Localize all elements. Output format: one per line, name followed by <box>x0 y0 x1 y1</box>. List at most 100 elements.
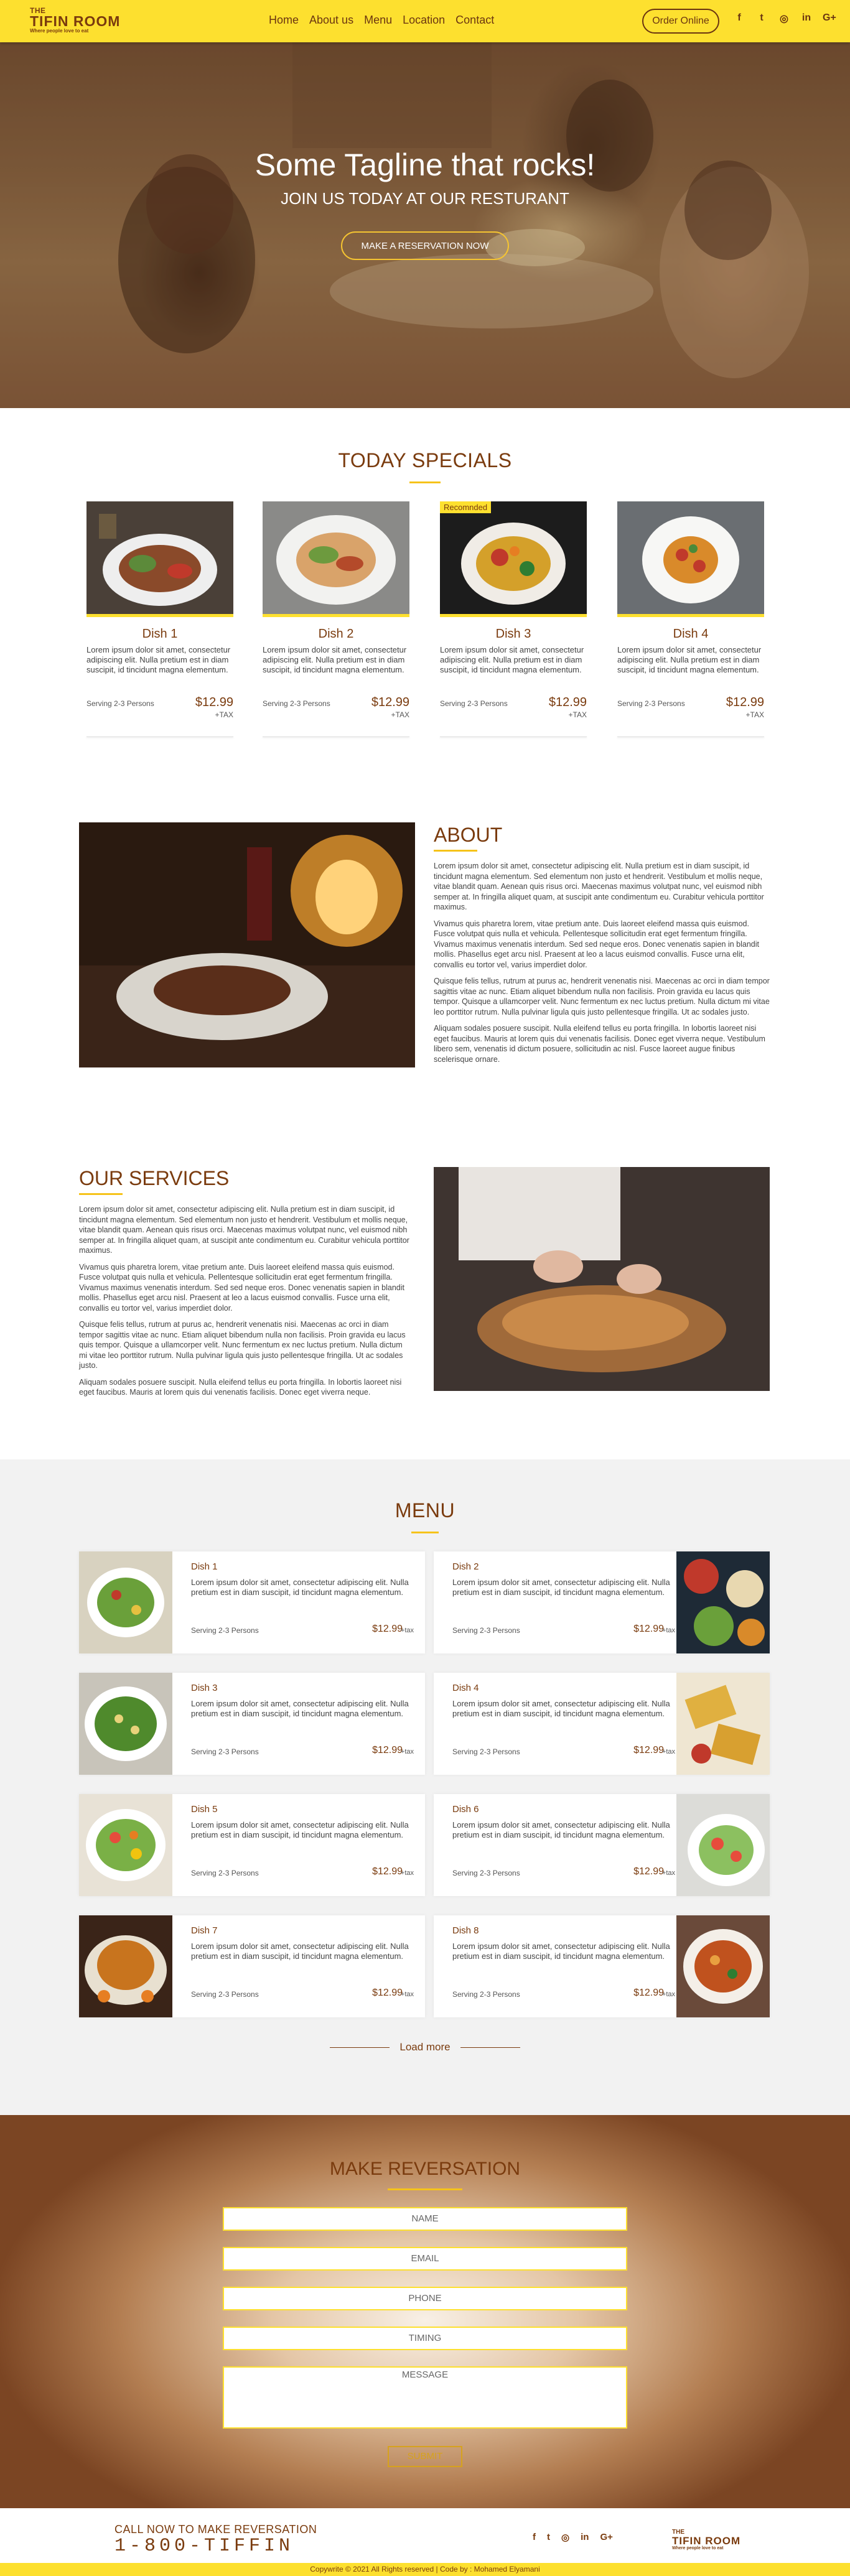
dish-tax: +tax <box>661 1991 675 1998</box>
instagram-icon[interactable]: ◎ <box>778 12 790 27</box>
logo-tagline: Where people love to eat <box>30 28 89 34</box>
twitter-icon[interactable]: t <box>755 12 768 27</box>
dish-image <box>79 1794 172 1896</box>
dish-description: Lorem ipsum dolor sit amet, consectetur … <box>452 1578 670 1597</box>
nav-contact[interactable]: Contact <box>455 14 494 27</box>
nav-location[interactable]: Location <box>403 14 445 27</box>
nav-home[interactable]: Home <box>269 14 299 27</box>
special-card[interactable]: Dish 4 Lorem ipsum dolor sit amet, conse… <box>617 501 764 737</box>
dish-description: Lorem ipsum dolor sit amet, consectetur … <box>440 645 584 674</box>
dish-serving: Serving 2-3 Persons <box>452 1869 520 1877</box>
menu-item-body: Dish 6 Lorem ipsum dolor sit amet, conse… <box>452 1794 683 1896</box>
dish-name: Dish 1 <box>142 627 178 641</box>
dish-price: $12.99 <box>726 695 764 709</box>
dish-description: Lorem ipsum dolor sit amet, consectetur … <box>452 1820 670 1839</box>
dish-serving: Serving 2-3 Persons <box>86 699 154 708</box>
dish-name: Dish 4 <box>452 1683 479 1693</box>
call-label: CALL NOW TO MAKE REVERSATION <box>114 2523 317 2536</box>
phone-field[interactable]: PHONE <box>223 2287 627 2310</box>
dish-serving: Serving 2-3 Persons <box>440 699 508 708</box>
about-image <box>79 822 415 1067</box>
facebook-icon[interactable]: f <box>533 2532 536 2543</box>
google-plus-icon[interactable]: G+ <box>823 12 836 27</box>
menu-item[interactable]: Dish 5 Lorem ipsum dolor sit amet, conse… <box>79 1794 425 1896</box>
dish-price: $12.99 <box>371 695 409 709</box>
dish-tax: +TAX <box>568 710 587 719</box>
dish-tax: +tax <box>400 1748 414 1755</box>
dish-price: $12.99 <box>372 1745 403 1755</box>
about-text: Lorem ipsum dolor sit amet, consectetur … <box>434 861 770 1071</box>
dish-serving: Serving 2-3 Persons <box>191 1626 259 1635</box>
dish-name: Dish 2 <box>452 1561 479 1572</box>
dish-price: $12.99 <box>195 695 233 709</box>
twitter-icon[interactable]: t <box>547 2532 550 2543</box>
linkedin-icon[interactable]: in <box>581 2532 589 2543</box>
make-reservation-button[interactable]: MAKE A RESERVATION NOW <box>341 231 509 260</box>
about-paragraph: Aliquam sodales posuere suscipit. Nulla … <box>434 1024 765 1064</box>
linkedin-icon[interactable]: in <box>800 12 813 27</box>
dish-image <box>86 501 233 617</box>
services-paragraph: Quisque felis tellus, rutrum at purus ac… <box>79 1320 406 1370</box>
dish-description: Lorem ipsum dolor sit amet, consectetur … <box>86 645 231 674</box>
dish-name: Dish 8 <box>452 1925 479 1936</box>
dish-price: $12.99 <box>372 1988 403 1998</box>
dish-tax: +tax <box>661 1869 675 1877</box>
load-more-button[interactable]: Load more <box>390 2041 460 2053</box>
submit-button[interactable]: SUBMIT <box>388 2446 462 2467</box>
facebook-icon[interactable]: f <box>733 12 745 27</box>
copyright-bar: Copywrite © 2021 All Rights reserved | C… <box>0 2563 850 2576</box>
footer-logo[interactable]: THE TIFIN ROOM Where people love to eat <box>672 2529 741 2551</box>
dish-name: Dish 5 <box>191 1804 218 1815</box>
google-plus-icon[interactable]: G+ <box>600 2532 612 2543</box>
nav-about[interactable]: About us <box>309 14 353 27</box>
reservation-title: MAKE REVERSATION <box>329 2159 521 2179</box>
menu-title: MENU <box>395 1499 455 1522</box>
menu-item[interactable]: Dish 4 Lorem ipsum dolor sit amet, conse… <box>434 1673 770 1775</box>
name-field[interactable]: NAME <box>223 2207 627 2231</box>
dish-tax: +TAX <box>215 710 233 719</box>
main-nav: Home About us Menu Location Contact <box>269 14 505 27</box>
header-socials: f t ◎ in G+ <box>733 12 836 27</box>
phone-number[interactable]: 1-800-TIFFIN <box>114 2536 294 2557</box>
menu-item[interactable]: Dish 8 Lorem ipsum dolor sit amet, conse… <box>434 1915 770 2017</box>
footer-logo-main: TIFIN ROOM <box>672 2535 741 2547</box>
services-text: Lorem ipsum dolor sit amet, consectetur … <box>79 1204 413 1404</box>
email-field[interactable]: EMAIL <box>223 2247 627 2271</box>
nav-menu[interactable]: Menu <box>364 14 392 27</box>
site-header: THE TIFIN ROOM Where people love to eat … <box>0 0 850 42</box>
menu-item[interactable]: Dish 2 Lorem ipsum dolor sit amet, conse… <box>434 1551 770 1653</box>
dish-image <box>263 501 409 617</box>
dish-tax: +tax <box>661 1627 675 1634</box>
menu-item[interactable]: Dish 3 Lorem ipsum dolor sit amet, conse… <box>79 1673 425 1775</box>
special-card[interactable]: Dish 2 Lorem ipsum dolor sit amet, conse… <box>263 501 409 737</box>
dish-name: Dish 2 <box>318 627 354 641</box>
dish-serving: Serving 2-3 Persons <box>452 1990 520 1999</box>
instagram-icon[interactable]: ◎ <box>561 2532 569 2543</box>
menu-item-body: Dish 8 Lorem ipsum dolor sit amet, conse… <box>452 1915 683 2017</box>
services-paragraph: Lorem ipsum dolor sit amet, consectetur … <box>79 1205 409 1255</box>
specials-title: TODAY SPECIALS <box>338 449 512 472</box>
special-card[interactable]: Dish 1 Lorem ipsum dolor sit amet, conse… <box>86 501 233 737</box>
order-online-button[interactable]: Order Online <box>642 9 719 34</box>
dish-serving: Serving 2-3 Persons <box>191 1990 259 1999</box>
timing-field[interactable]: TIMING <box>223 2327 627 2350</box>
dish-serving: Serving 2-3 Persons <box>263 699 330 708</box>
dish-image <box>79 1551 172 1653</box>
hero-subline: JOIN US TODAY AT OUR RESTURANT <box>281 189 569 208</box>
logo[interactable]: THE TIFIN ROOM Where people love to eat <box>30 7 120 34</box>
dish-serving: Serving 2-3 Persons <box>452 1626 520 1635</box>
about-title: ABOUT <box>434 824 503 846</box>
dish-image <box>79 1673 172 1775</box>
special-card[interactable]: Recomnded Dish 3 Lorem ipsum dolor sit a… <box>440 501 587 737</box>
dish-price: $12.99 <box>372 1866 403 1877</box>
dish-price: $12.99 <box>548 695 587 709</box>
menu-item[interactable]: Dish 6 Lorem ipsum dolor sit amet, conse… <box>434 1794 770 1896</box>
dish-image <box>79 1915 172 2017</box>
dish-serving: Serving 2-3 Persons <box>191 1869 259 1877</box>
menu-item[interactable]: Dish 7 Lorem ipsum dolor sit amet, conse… <box>79 1915 425 2017</box>
menu-item[interactable]: Dish 1 Lorem ipsum dolor sit amet, conse… <box>79 1551 425 1653</box>
dish-name: Dish 6 <box>452 1804 479 1815</box>
services-title-underline <box>79 1193 123 1195</box>
about-title-underline <box>434 850 477 852</box>
message-field[interactable]: MESSAGE <box>223 2366 627 2429</box>
